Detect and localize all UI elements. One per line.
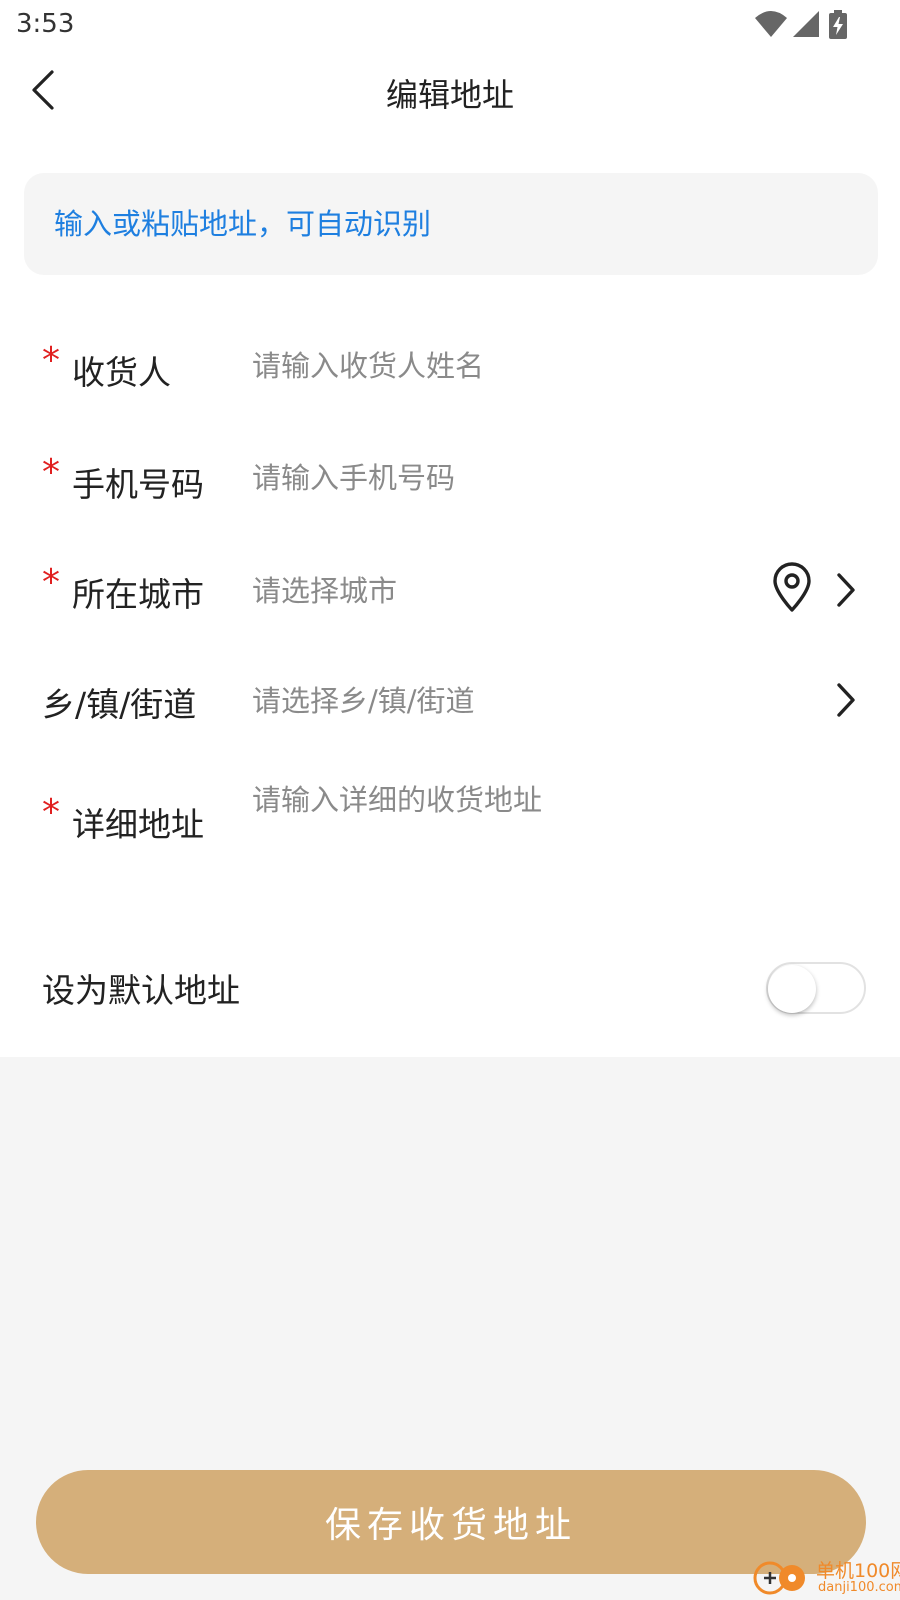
watermark-title: 单机100网 (816, 1560, 900, 1582)
smart-paste-input[interactable] (24, 173, 878, 275)
form-area (0, 0, 900, 1057)
town-row[interactable]: 乡/镇/街道 请选择乡/镇/街道 (0, 660, 900, 740)
chevron-right-icon[interactable] (834, 570, 858, 610)
city-selector[interactable]: 请选择城市 (252, 568, 397, 610)
default-address-label: 设为默认地址 (42, 971, 240, 1010)
location-pin-icon[interactable] (770, 562, 814, 614)
watermark-url: danji100.com (818, 1580, 900, 1595)
city-row[interactable]: * 所在城市 请选择城市 (0, 550, 900, 630)
detail-address-input[interactable] (252, 772, 752, 828)
toggle-knob (768, 965, 816, 1013)
phone-input[interactable] (252, 450, 752, 506)
battery-charging-icon (829, 10, 847, 39)
status-bar: 3:53 (0, 0, 900, 50)
receiver-name-input[interactable] (252, 338, 752, 394)
town-selector[interactable]: 请选择乡/镇/街道 (252, 678, 475, 720)
watermark: 单机100网 danji100.com (750, 1556, 900, 1600)
status-time: 3:53 (16, 9, 75, 39)
required-mark: * (42, 340, 60, 381)
nav-bar: 编辑地址 (0, 60, 900, 120)
default-address-toggle[interactable] (766, 962, 866, 1014)
phone-label: 手机号码 (72, 465, 204, 504)
detail-row: * 详细地址 (0, 772, 900, 892)
watermark-logo-icon (753, 1561, 805, 1595)
page-title: 编辑地址 (385, 76, 514, 114)
save-address-button[interactable]: 保存收货地址 (36, 1470, 866, 1574)
required-mark: * (42, 792, 60, 833)
status-icons (754, 10, 884, 40)
wifi-icon (755, 11, 787, 37)
city-label: 所在城市 (72, 575, 204, 614)
phone-row: * 手机号码 (0, 440, 900, 520)
detail-label: 详细地址 (72, 805, 204, 844)
town-label: 乡/镇/街道 (42, 685, 197, 724)
receiver-label: 收货人 (72, 353, 171, 392)
required-mark: * (42, 562, 60, 603)
chevron-right-icon[interactable] (834, 680, 858, 720)
receiver-row: * 收货人 (0, 328, 900, 408)
signal-icon (793, 11, 819, 37)
required-mark: * (42, 452, 60, 493)
